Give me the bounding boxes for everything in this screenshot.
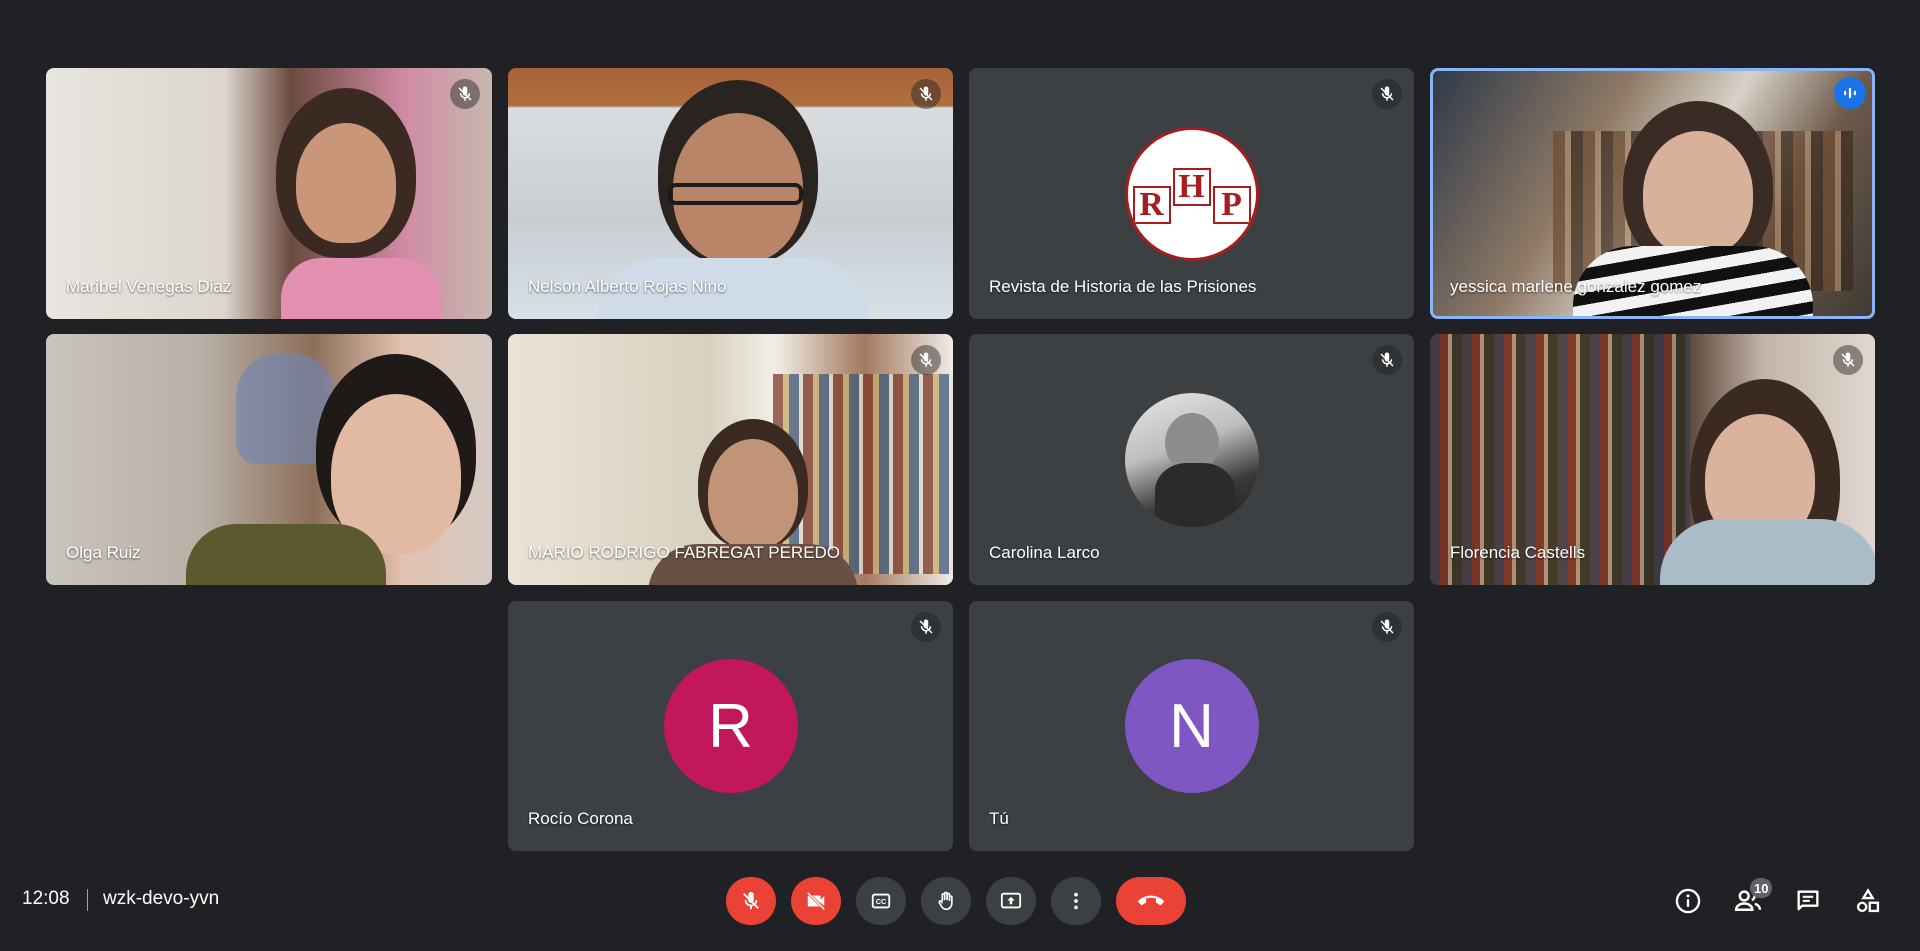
captions-button[interactable]: CC	[856, 877, 906, 925]
camera-toggle-button[interactable]	[791, 877, 841, 925]
logo-letter-h: H	[1172, 167, 1211, 206]
participant-name: Tú	[989, 809, 1009, 828]
more-options-button[interactable]	[1051, 877, 1101, 925]
org-logo: R H P	[1124, 126, 1259, 261]
participant-tile[interactable]: Carolina Larco	[969, 334, 1414, 585]
mic-toggle-button[interactable]	[726, 877, 776, 925]
call-end-icon	[1138, 895, 1164, 906]
participant-name: yessica marlene gonzalez gomez	[1450, 277, 1702, 296]
raise-hand-icon	[938, 891, 953, 911]
chat-icon	[1797, 890, 1819, 911]
participant-tile-self[interactable]: N Tú	[969, 601, 1414, 851]
participant-name: Nelson Alberto Rojas Nino	[528, 277, 727, 296]
participant-name: Maribel Venegas Diaz	[66, 277, 232, 296]
participant-tile[interactable]: R H P Revista de Historia de las Prision…	[969, 68, 1414, 319]
initial-avatar: R	[663, 659, 798, 793]
activities-icon	[1856, 888, 1880, 913]
mic-off-icon	[743, 891, 759, 910]
participant-name: Carolina Larco	[989, 543, 1100, 562]
raise-hand-button[interactable]	[921, 877, 971, 925]
mic-off-icon	[1833, 345, 1863, 375]
people-count-badge: 10	[1750, 878, 1773, 898]
mic-off-icon	[1372, 612, 1402, 642]
present-button[interactable]	[986, 877, 1036, 925]
logo-letter-r: R	[1132, 185, 1171, 224]
meeting-code: wzk-devo-yvn	[103, 888, 220, 909]
activities-button[interactable]	[1848, 881, 1888, 921]
mic-off-icon	[911, 79, 941, 109]
more-vert-icon	[1074, 892, 1078, 910]
participant-tile[interactable]: MARIO RODRIGO FABREGAT PEREDO	[508, 334, 953, 585]
divider	[87, 889, 88, 911]
info-icon	[1675, 888, 1701, 914]
mic-off-icon	[911, 612, 941, 642]
closed-caption-icon: CC	[871, 893, 891, 909]
logo-letter-p: P	[1212, 185, 1251, 224]
mic-off-icon	[450, 79, 480, 109]
videocam-off-icon	[806, 891, 826, 911]
clock: 12:08	[22, 888, 70, 909]
participant-tile-speaking[interactable]: yessica marlene gonzalez gomez	[1430, 68, 1875, 319]
mic-off-icon	[1372, 79, 1402, 109]
participant-name: Revista de Historia de las Prisiones	[989, 277, 1257, 296]
svg-text:CC: CC	[876, 897, 887, 906]
leave-call-button[interactable]	[1116, 877, 1186, 925]
participant-name: Olga Ruiz	[66, 543, 141, 562]
participant-name: Florencia Castells	[1450, 543, 1586, 562]
audio-level-icon	[1834, 77, 1866, 109]
participant-tile[interactable]: Nelson Alberto Rojas Nino	[508, 68, 953, 319]
people-button[interactable]: 10	[1728, 878, 1773, 921]
mic-off-icon	[1372, 345, 1402, 375]
participant-name: Rocío Corona	[528, 809, 633, 828]
profile-photo	[1124, 392, 1259, 527]
control-bar: 12:08 wzk-devo-yvn CC 10	[0, 870, 1920, 930]
meet-stage: Maribel Venegas Diaz Nelson Alberto Roja…	[0, 0, 1920, 951]
participant-tile[interactable]: Florencia Castells	[1430, 334, 1875, 585]
participant-tile[interactable]: R Rocío Corona	[508, 601, 953, 851]
initial-avatar: N	[1124, 659, 1259, 793]
meeting-details-button[interactable]	[1668, 881, 1708, 921]
present-icon	[1000, 892, 1022, 909]
participant-tile[interactable]: Olga Ruiz	[46, 334, 492, 585]
mic-off-icon	[911, 345, 941, 375]
participant-tile[interactable]: Maribel Venegas Diaz	[46, 68, 492, 319]
chat-button[interactable]	[1788, 881, 1828, 921]
participant-name: MARIO RODRIGO FABREGAT PEREDO	[528, 543, 841, 562]
